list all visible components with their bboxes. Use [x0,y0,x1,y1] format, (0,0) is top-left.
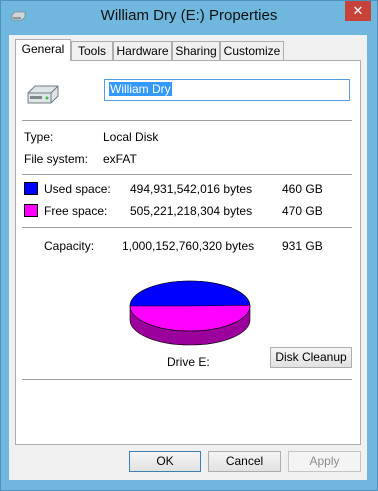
divider [22,120,352,121]
divider [22,174,352,175]
capacity-label: Capacity: [44,239,95,253]
cancel-button[interactable]: Cancel [208,451,281,472]
drive-label: Drive E: [167,355,210,369]
properties-window: William Dry (E:) Properties ✕ General To… [0,0,378,491]
close-button[interactable]: ✕ [345,1,371,21]
used-space-slice [129,280,251,307]
tab-customize[interactable]: Customize [220,41,284,60]
capacity-bytes: 1,000,152,760,320 bytes [122,239,255,253]
apply-button[interactable]: Apply [288,451,361,472]
tab-hardware[interactable]: Hardware [113,41,172,60]
volume-name-input[interactable]: William Dry [104,79,350,101]
filesystem-label: File system: [24,152,89,166]
disk-cleanup-button[interactable]: Disk Cleanup [270,347,352,368]
free-space-size: 470 GB [282,204,323,218]
free-space-swatch [24,204,38,217]
ok-button[interactable]: OK [129,451,201,472]
tab-sharing[interactable]: Sharing [172,41,220,60]
disk-icon [27,85,59,104]
used-space-bytes: 494,931,542,016 bytes [130,182,253,196]
used-space-swatch [24,182,38,195]
free-space-bytes: 505,221,218,304 bytes [130,204,253,218]
type-value: Local Disk [103,130,159,144]
tab-general[interactable]: General [15,39,71,61]
dialog-client: General Tools Hardware Sharing Customize… [9,35,367,480]
filesystem-value: exFAT [103,152,137,166]
capacity-size: 931 GB [282,239,323,253]
used-space-size: 460 GB [282,182,323,196]
usage-pie-chart [129,280,251,346]
volume-name-text: William Dry [109,82,172,96]
type-label: Type: [24,130,54,144]
title-bar[interactable]: William Dry (E:) Properties ✕ [1,1,377,35]
general-panel: William Dry Type: Local Disk File system… [15,60,361,445]
divider [22,227,352,228]
window-title: William Dry (E:) Properties [100,7,278,24]
used-space-label: Used space: [44,182,111,196]
divider [22,379,352,380]
free-space-label: Free space: [44,204,108,218]
tab-tools[interactable]: Tools [71,41,113,60]
